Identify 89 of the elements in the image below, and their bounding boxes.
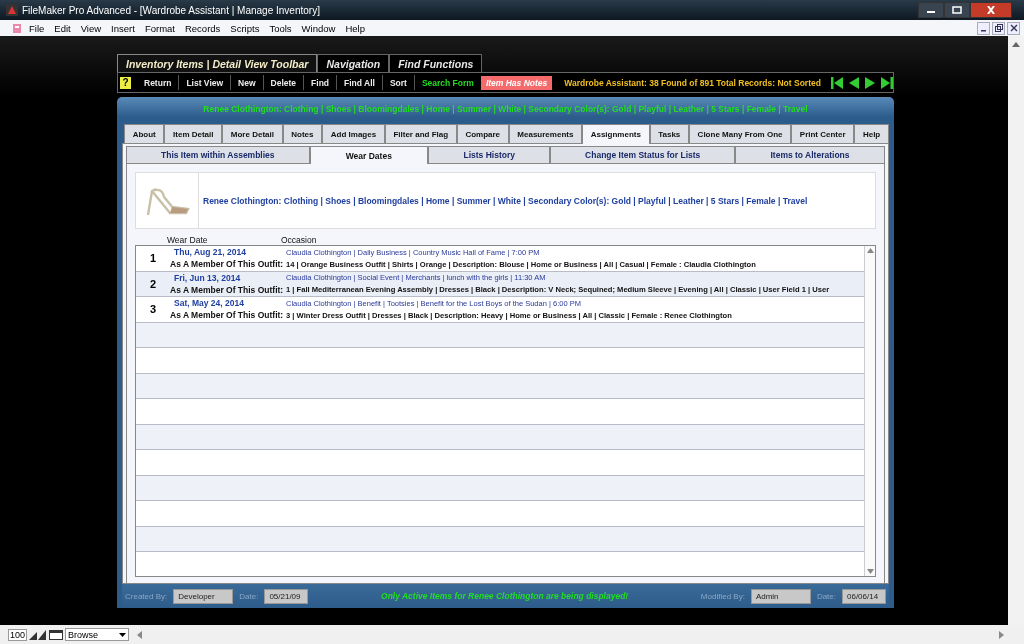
tab[interactable]: Add Images bbox=[322, 124, 385, 143]
toolbar-tab[interactable]: Find Functions bbox=[389, 54, 483, 72]
menu-item[interactable]: Help bbox=[340, 22, 370, 34]
menu-item[interactable]: Scripts bbox=[225, 22, 265, 34]
tab[interactable]: Assignments bbox=[582, 124, 650, 144]
close-icon bbox=[986, 6, 996, 14]
header-summary: Renee Clothington: Clothing | Shoes | Bloomingdales | Home | Summer | White | Secondary Color(s): Gold | Playful | Leather | 5 Stars | Female | Travel bbox=[203, 103, 808, 114]
close-button[interactable] bbox=[1007, 21, 1020, 35]
wear-date: Fri, Jun 13, 2014 bbox=[173, 272, 242, 283]
toolbar-button[interactable]: New bbox=[231, 75, 264, 90]
toolbar-tab[interactable]: Inventory Items | Detail View Toolbar bbox=[117, 54, 318, 72]
toolbar-button[interactable]: Find All bbox=[337, 75, 383, 90]
close-button[interactable] bbox=[970, 2, 1012, 18]
maximize-button[interactable] bbox=[944, 2, 970, 18]
subtab[interactable]: Lists History bbox=[428, 146, 551, 164]
restore-icon bbox=[994, 24, 1003, 32]
caret-icon bbox=[119, 632, 127, 637]
tab[interactable]: About bbox=[124, 124, 165, 143]
last-record-icon[interactable] bbox=[880, 76, 893, 89]
menu-item[interactable]: Insert bbox=[106, 22, 140, 34]
menu-item[interactable]: Format bbox=[139, 22, 180, 34]
window-icon[interactable] bbox=[49, 629, 64, 640]
created-by-label: Created By: bbox=[125, 591, 168, 601]
tab[interactable]: Item Detail bbox=[164, 124, 223, 143]
row-number: 3 bbox=[148, 302, 158, 318]
subtab[interactable]: This Item within Assemblies bbox=[126, 146, 310, 164]
modified-date-field: 06/06/14 bbox=[842, 588, 886, 604]
row-number: 2 bbox=[148, 276, 158, 292]
toolbar-button[interactable]: Delete bbox=[263, 75, 305, 90]
mode-dropdown[interactable]: Browse bbox=[65, 628, 130, 641]
menu-item[interactable]: Edit bbox=[49, 22, 76, 34]
search-form-link[interactable]: Search Form bbox=[414, 75, 481, 90]
tab[interactable]: Tasks bbox=[649, 124, 689, 143]
zoom-icon[interactable] bbox=[29, 629, 48, 640]
scroll-up-icon[interactable] bbox=[866, 248, 874, 253]
tab[interactable]: Notes bbox=[282, 124, 323, 143]
menu-item[interactable]: Tools bbox=[264, 22, 297, 34]
created-by-field: Developer bbox=[173, 588, 234, 604]
menu-item[interactable]: File bbox=[24, 22, 50, 34]
column-header: Wear Date bbox=[167, 235, 209, 245]
tab[interactable]: Compare bbox=[456, 124, 509, 143]
toolbar-button[interactable]: Return bbox=[137, 75, 180, 90]
status-message: Only Active Items for Renee Clothington are being displayed! bbox=[380, 591, 630, 601]
tab[interactable]: Clone Many From One bbox=[688, 124, 792, 143]
tab[interactable]: More Detail bbox=[222, 124, 283, 143]
modified-by-field: Admin bbox=[750, 588, 811, 604]
created-date-field: 05/21/09 bbox=[264, 588, 309, 604]
toolbar-button[interactable]: List View bbox=[179, 75, 232, 90]
tab[interactable]: Measurements bbox=[508, 124, 583, 143]
outfit-label: As A Member Of This Outfit: bbox=[170, 259, 285, 270]
menu-item[interactable]: View bbox=[75, 22, 107, 34]
menu-item[interactable]: Window bbox=[296, 22, 341, 34]
wear-date: Sat, May 24, 2014 bbox=[173, 298, 245, 309]
row-number: 1 bbox=[148, 251, 158, 267]
subtab[interactable]: Wear Dates bbox=[309, 146, 429, 164]
restore-button[interactable] bbox=[992, 21, 1005, 35]
tab[interactable]: Print Center bbox=[791, 124, 855, 143]
help-button[interactable]: ? bbox=[120, 76, 131, 89]
tab[interactable]: Help bbox=[854, 124, 889, 143]
minimize-button[interactable] bbox=[918, 2, 944, 18]
item-summary: Renee Clothington: Clothing | Shoes | Bloomingdales | Home | Summer | White | Secondary Color(s): Gold | Playful | Leather | 5 Stars | Female | Travel bbox=[198, 173, 808, 228]
wear-date: Thu, Aug 21, 2014 bbox=[173, 247, 247, 258]
subtab[interactable]: Items to Alterations bbox=[735, 146, 885, 164]
outfit-label: As A Member Of This Outfit: bbox=[170, 284, 285, 295]
app-icon bbox=[6, 4, 18, 16]
toolbar-tab[interactable]: Navigation bbox=[317, 54, 390, 72]
first-record-icon[interactable] bbox=[830, 76, 843, 89]
next-record-icon[interactable] bbox=[864, 76, 875, 89]
record-status: Wardrobe Assistant: 38 Found of 891 Total Records: Not Sorted bbox=[564, 77, 821, 88]
menu-item[interactable]: Records bbox=[179, 22, 226, 34]
scroll-down-icon[interactable] bbox=[866, 569, 874, 574]
column-header: Occasion bbox=[281, 235, 317, 245]
toolbar-button[interactable]: Find bbox=[304, 75, 338, 90]
date-label: Date: bbox=[239, 591, 259, 601]
maximize-icon bbox=[952, 6, 962, 14]
outfit-label: As A Member Of This Outfit: bbox=[170, 310, 285, 321]
scroll-up-icon[interactable] bbox=[1012, 42, 1020, 47]
scroll-left-icon[interactable] bbox=[137, 630, 143, 639]
subtab[interactable]: Change Item Status for Lists bbox=[550, 146, 735, 164]
window-title: FileMaker Pro Advanced - [Wardrobe Assistant | Manage Inventory] bbox=[22, 4, 320, 16]
date-label: Date: bbox=[816, 591, 836, 601]
previous-record-icon[interactable] bbox=[848, 76, 859, 89]
scroll-right-icon[interactable] bbox=[999, 630, 1004, 639]
close-icon bbox=[1009, 24, 1018, 32]
toolbar-button[interactable]: Sort bbox=[382, 75, 415, 90]
tab[interactable]: Filter and Flag bbox=[384, 124, 457, 143]
minimize-button[interactable] bbox=[977, 21, 990, 35]
zoom-level[interactable]: 100 bbox=[8, 628, 28, 641]
modified-by-label: Modified By: bbox=[700, 591, 745, 601]
